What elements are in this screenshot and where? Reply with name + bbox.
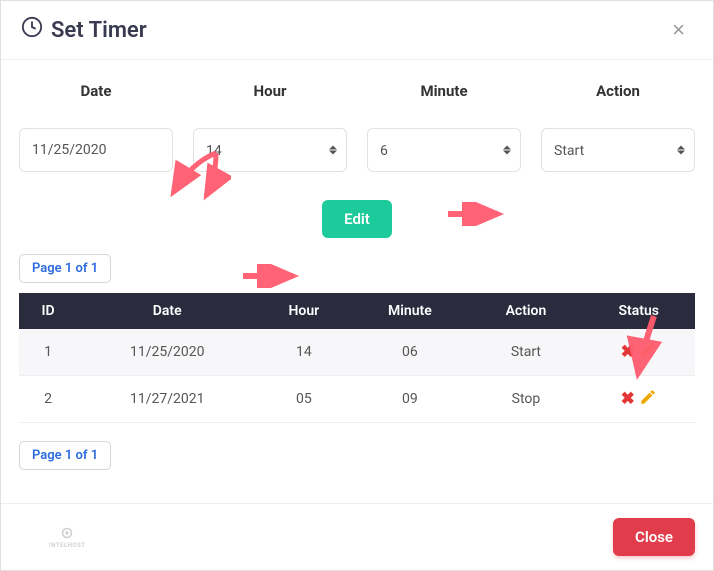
th-status: Status xyxy=(582,293,695,329)
cell-id: 1 xyxy=(19,329,77,376)
hour-select-wrap: 14 xyxy=(193,128,347,172)
cell-hour: 05 xyxy=(257,376,350,423)
modal-header: Set Timer × xyxy=(1,1,713,60)
form-row: Date Hour 14 Minute 6 Action xyxy=(19,82,695,172)
th-minute: Minute xyxy=(350,293,469,329)
close-button[interactable]: Close xyxy=(613,518,695,556)
hour-column: Hour 14 xyxy=(193,82,347,172)
cell-minute: 06 xyxy=(350,329,469,376)
date-input[interactable] xyxy=(19,128,173,172)
clock-icon xyxy=(21,16,43,44)
hour-select[interactable]: 14 xyxy=(193,128,347,172)
table-row: 1 11/25/2020 14 06 Start ✖ xyxy=(19,329,695,376)
annotation-arrow xyxy=(241,264,301,288)
minute-column: Minute 6 xyxy=(367,82,521,172)
th-action: Action xyxy=(469,293,582,329)
cell-hour: 14 xyxy=(257,329,350,376)
row-edit-icon[interactable] xyxy=(639,341,657,363)
close-x-button[interactable]: × xyxy=(664,15,693,45)
action-select-wrap: Start xyxy=(541,128,695,172)
action-select[interactable]: Start xyxy=(541,128,695,172)
pagination-top[interactable]: Page 1 of 1 xyxy=(19,254,111,283)
hour-label: Hour xyxy=(254,82,287,100)
cell-date: 11/27/2021 xyxy=(77,376,257,423)
delete-icon[interactable]: ✖ xyxy=(621,389,635,409)
pagination-bottom[interactable]: Page 1 of 1 xyxy=(19,441,111,470)
minute-select-wrap: 6 xyxy=(367,128,521,172)
minute-select[interactable]: 6 xyxy=(367,128,521,172)
th-hour: Hour xyxy=(257,293,350,329)
cell-date: 11/25/2020 xyxy=(77,329,257,376)
cell-minute: 09 xyxy=(350,376,469,423)
th-date: Date xyxy=(77,293,257,329)
set-timer-modal: Set Timer × Date Hour 14 Minute 6 xyxy=(0,0,714,571)
th-id: ID xyxy=(19,293,77,329)
footer-brand-text: INTELHOST xyxy=(49,542,86,549)
delete-icon[interactable]: ✖ xyxy=(621,342,635,362)
row-edit-icon[interactable] xyxy=(639,388,657,410)
modal-body: Date Hour 14 Minute 6 Action xyxy=(1,60,713,503)
footer-logo: INTELHOST xyxy=(49,526,86,549)
date-column: Date xyxy=(19,82,173,172)
cell-status: ✖ xyxy=(582,376,695,423)
modal-footer: INTELHOST Close xyxy=(1,503,713,570)
edit-row: Edit xyxy=(19,200,695,238)
minute-label: Minute xyxy=(420,82,467,100)
cell-action: Start xyxy=(469,329,582,376)
modal-title-text: Set Timer xyxy=(51,18,147,43)
modal-title: Set Timer xyxy=(21,16,147,44)
edit-button[interactable]: Edit xyxy=(322,200,392,238)
timers-table: ID Date Hour Minute Action Status 1 11/2… xyxy=(19,293,695,423)
date-label: Date xyxy=(81,82,112,100)
cell-id: 2 xyxy=(19,376,77,423)
table-row: 2 11/27/2021 05 09 Stop ✖ xyxy=(19,376,695,423)
cell-action: Stop xyxy=(469,376,582,423)
action-label: Action xyxy=(596,82,640,100)
action-column: Action Start xyxy=(541,82,695,172)
cell-status: ✖ xyxy=(582,329,695,376)
